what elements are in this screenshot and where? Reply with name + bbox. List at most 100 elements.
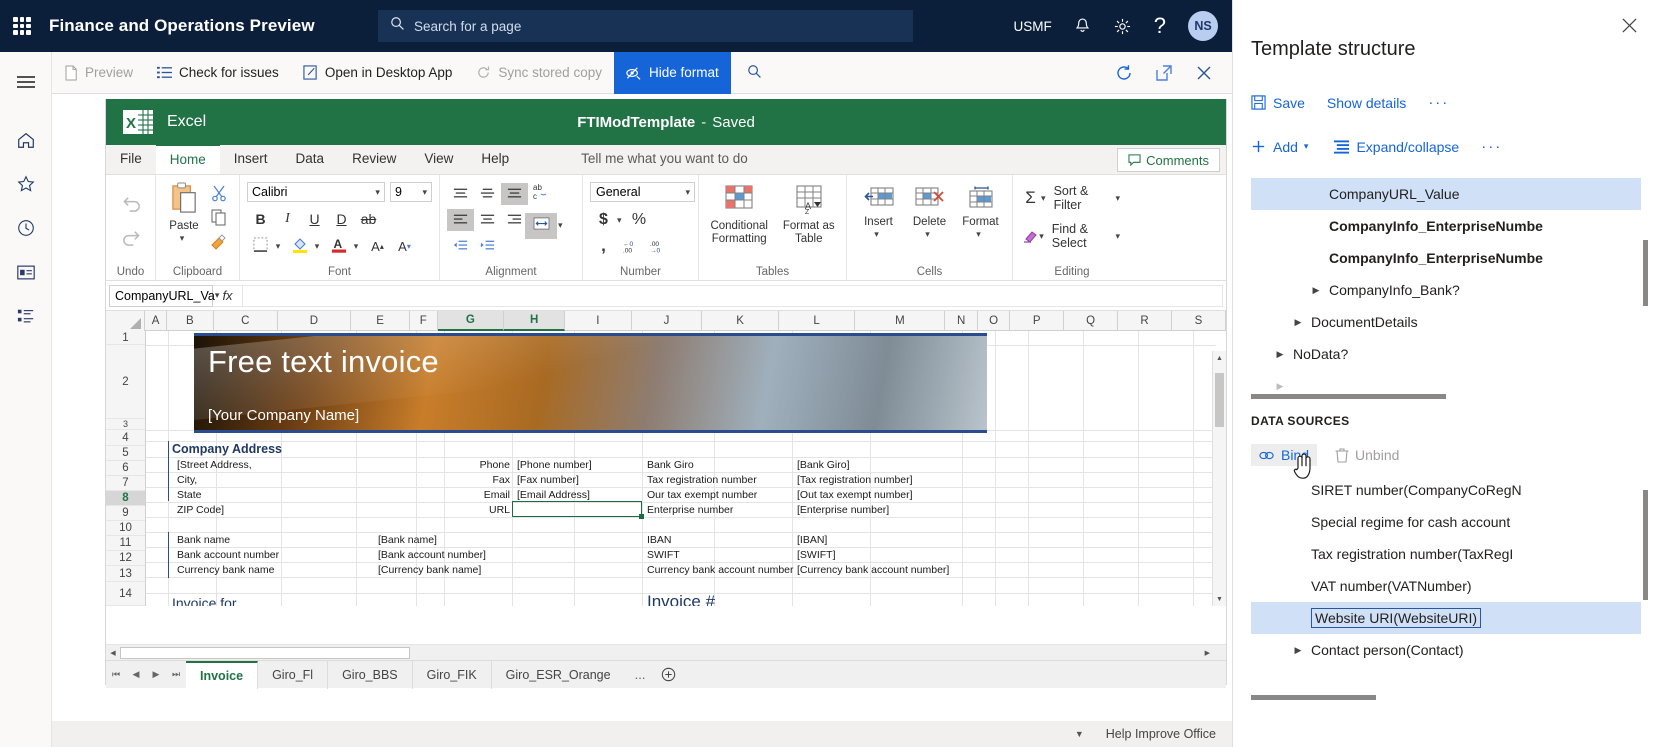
data-sources-vertical-scrollbar[interactable] (1643, 490, 1648, 600)
data-sources-scroll-thumb[interactable] (1251, 695, 1376, 700)
align-bottom-button[interactable] (501, 183, 528, 205)
vertical-scrollbar[interactable]: ▲ ▼ (1212, 351, 1226, 606)
app-launcher-icon[interactable] (13, 17, 31, 35)
column-header-S[interactable]: S (1172, 311, 1226, 331)
chevron-down-icon[interactable]: ▾ (1115, 193, 1120, 204)
row-header-6[interactable]: 6 (106, 461, 145, 476)
data-source-item-special-regime[interactable]: Special regime for cash account (1251, 506, 1641, 538)
ribbon-tab-insert[interactable]: Insert (220, 144, 282, 174)
data-source-item-contact-person[interactable]: ▶ Contact person(Contact) (1251, 634, 1641, 666)
tree-scroll-thumb[interactable] (1251, 394, 1446, 399)
column-header-D[interactable]: D (278, 311, 352, 331)
avatar[interactable]: NS (1188, 11, 1218, 41)
cell-value-iban[interactable]: [IBAN] (797, 533, 827, 548)
italic-button[interactable]: I (274, 207, 301, 231)
formula-input[interactable] (243, 284, 1223, 307)
autosum-icon[interactable]: Σ (1020, 188, 1041, 208)
sheet-tab-giro-esr-orange[interactable]: Giro_ESR_Orange (492, 661, 625, 689)
tree-node-nodata[interactable]: ▶ NoData? (1251, 338, 1641, 370)
close-icon[interactable] (1616, 12, 1642, 38)
preview-button[interactable]: Preview (52, 52, 145, 94)
column-header-B[interactable]: B (167, 311, 214, 331)
row-header-2[interactable]: 2 (106, 345, 145, 419)
cell-label-currency-bank-account-number[interactable]: Currency bank account number (647, 563, 794, 578)
wrap-text-dropdown[interactable]: ▾ (558, 220, 563, 231)
chevron-down-icon[interactable]: ▾ (180, 233, 185, 243)
column-header-G[interactable]: G (437, 311, 505, 331)
column-header-P[interactable]: P (1010, 311, 1065, 331)
chevron-right-icon[interactable]: ▶ (1285, 645, 1311, 656)
active-cell-selection[interactable] (512, 501, 644, 519)
redo-icon[interactable] (113, 220, 149, 254)
cell-label-phone[interactable]: Phone (458, 458, 510, 473)
align-middle-button[interactable] (474, 183, 501, 205)
expand-collapse-button[interactable]: Expand/collapse (1334, 139, 1459, 155)
cell-invoice-for[interactable]: Invoice for (172, 596, 237, 607)
show-details-button[interactable]: Show details (1327, 95, 1406, 111)
last-sheet-icon[interactable]: ⏭ (166, 661, 186, 689)
chevron-right-icon[interactable]: ▶ (1267, 349, 1293, 360)
sort-filter-button[interactable]: Sort & Filter (1054, 184, 1112, 212)
sheet-tab-giro-fik[interactable]: Giro_FIK (413, 660, 492, 689)
cell-label-tax-exempt[interactable]: Our tax exempt number (647, 488, 757, 503)
double-underline-button[interactable]: D (328, 207, 355, 231)
cell-label-enterprise-number[interactable]: Enterprise number (647, 503, 733, 518)
cell-value-bank-giro[interactable]: [Bank Giro] (797, 458, 850, 473)
row-header-14[interactable]: 14 (106, 582, 145, 606)
underline-button[interactable]: U (301, 207, 328, 231)
row-header-12[interactable]: 12 (106, 551, 145, 566)
align-center-button[interactable] (474, 209, 501, 231)
column-header-F[interactable]: F (410, 311, 438, 331)
add-sheet-icon[interactable] (655, 661, 681, 689)
font-color-button[interactable]: A (325, 234, 352, 258)
column-header-E[interactable]: E (351, 311, 411, 331)
chevron-right-icon[interactable]: ▶ (1267, 381, 1293, 391)
chevron-down-icon[interactable]: ▼ (1075, 729, 1084, 739)
scroll-right-arrow[interactable]: ▶ (1205, 649, 1210, 657)
panel-toolbar-overflow[interactable]: ··· (1481, 138, 1502, 155)
percent-button[interactable]: % (626, 208, 653, 232)
align-top-button[interactable] (447, 183, 474, 205)
tell-me-search[interactable]: Tell me what you want to do (581, 144, 748, 174)
number-format-select[interactable]: General ▾ (590, 182, 695, 202)
scroll-left-arrow[interactable]: ◀ (106, 649, 120, 657)
data-sources-horizontal-scrollbar[interactable] (1251, 695, 1641, 703)
chevron-right-icon[interactable]: ▶ (1285, 317, 1311, 328)
cell-address-line-1[interactable]: [Street Address, (177, 458, 252, 473)
tree-node-companyinfo-bank[interactable]: ▶ CompanyInfo_Bank? (1251, 274, 1641, 306)
column-header-O[interactable]: O (978, 311, 1011, 331)
row-header-7[interactable]: 7 (106, 476, 145, 491)
ribbon-tab-review[interactable]: Review (338, 144, 410, 174)
cell-label-fax[interactable]: Fax (458, 473, 510, 488)
ribbon-tab-view[interactable]: View (410, 144, 467, 174)
increase-indent-button[interactable] (474, 235, 501, 257)
horizontal-scrollbar[interactable]: ◀ ▶ (106, 644, 1226, 660)
ribbon-tab-file[interactable]: File (106, 144, 156, 174)
clear-dropdown[interactable]: ▾ (1039, 231, 1044, 242)
command-search-button[interactable] (731, 52, 778, 94)
comments-button[interactable]: Comments (1117, 148, 1220, 172)
cell-label-tax-registration[interactable]: Tax registration number (647, 473, 757, 488)
modules-list-icon[interactable] (0, 294, 52, 338)
align-left-button[interactable] (447, 209, 474, 231)
wrap-text-button[interactable] (525, 213, 557, 239)
tree-node-companyurl-value[interactable]: CompanyURL_Value (1251, 178, 1641, 210)
cell-value-currency-bank-account-number[interactable]: [Currency bank account number] (797, 563, 949, 578)
sheet-tab-giro-bbs[interactable]: Giro_BBS (328, 660, 413, 689)
vertical-scrollbar-thumb[interactable] (1215, 373, 1224, 427)
column-header-L[interactable]: L (779, 311, 856, 331)
horizontal-scrollbar-thumb[interactable] (120, 646, 410, 659)
search-input[interactable]: Search for a page (378, 10, 913, 42)
panel-actions-overflow[interactable]: ··· (1428, 94, 1449, 111)
borders-dropdown[interactable]: ▾ (274, 234, 286, 258)
cell-label-email[interactable]: Email (458, 488, 510, 503)
row-header-10[interactable]: 10 (106, 521, 145, 536)
clear-icon[interactable] (1020, 228, 1039, 244)
borders-button[interactable] (247, 234, 274, 258)
decrease-decimal-button[interactable]: ←0.00 (617, 234, 644, 258)
currency-button[interactable]: $ (590, 208, 617, 232)
prev-sheet-icon[interactable]: ◀ (126, 661, 146, 689)
tree-node-documentdetails[interactable]: ▶ DocumentDetails (1251, 306, 1641, 338)
hide-format-button[interactable]: Hide format (613, 51, 731, 94)
insert-function-icon[interactable]: fx (213, 284, 243, 307)
